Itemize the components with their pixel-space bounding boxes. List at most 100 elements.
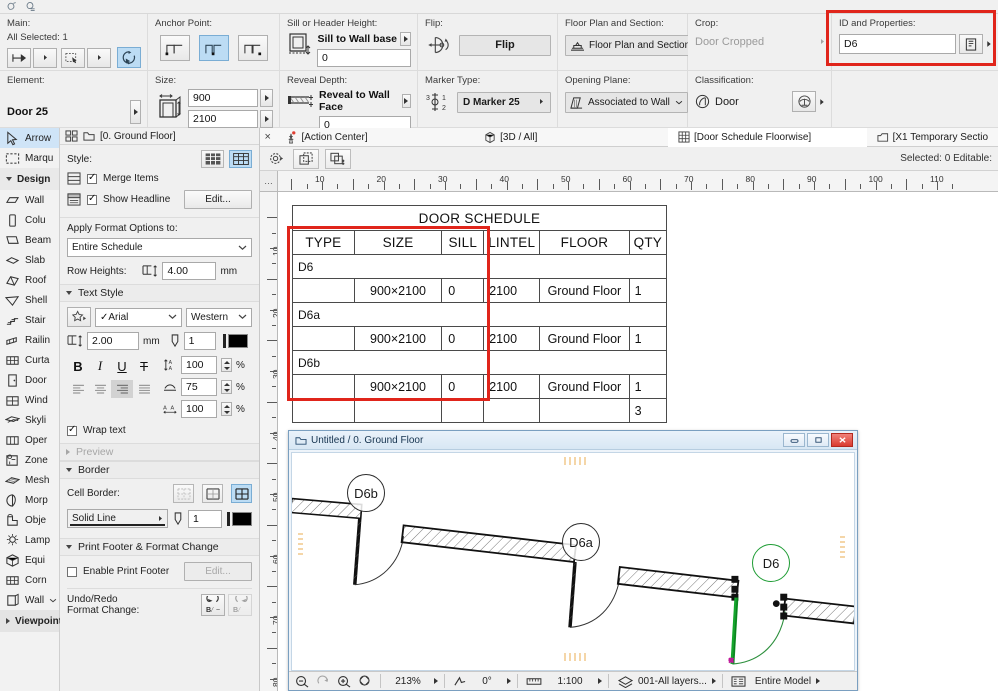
enable-print-footer-checkbox[interactable] [67, 567, 77, 577]
model-view-dropdown-icon[interactable] [816, 678, 820, 684]
sidebar-item-object[interactable]: Obje [0, 510, 59, 530]
schedule-settings-button[interactable] [265, 149, 287, 169]
align-left-button[interactable] [67, 380, 89, 398]
text-style-section-header[interactable]: Text Style [60, 284, 259, 302]
fit-in-window-button[interactable] [356, 673, 374, 689]
sill-value-field[interactable]: 0 [317, 49, 411, 67]
sidebar-item-arrow[interactable]: Arrow [0, 128, 59, 148]
classification-settings-button[interactable] [792, 91, 816, 112]
favorites-icon[interactable] [6, 1, 19, 12]
scale-dropdown-icon[interactable] [598, 678, 602, 684]
tab-door-schedule[interactable]: [Door Schedule Floorwise] [668, 128, 867, 147]
opening-plane-button[interactable]: Associated to Wall [565, 92, 688, 113]
apply-format-select[interactable]: Entire Schedule [67, 238, 252, 257]
pen-color-swatch[interactable] [228, 334, 248, 348]
vertical-ruler[interactable]: 1020304050607080 [260, 192, 278, 691]
sidebar-item-marquee[interactable]: Marqu [0, 148, 59, 168]
style-expanded-button[interactable] [229, 150, 252, 168]
anchor-center-button[interactable] [199, 35, 229, 61]
door-marker-d6b[interactable]: D6b [347, 474, 385, 512]
width-factor-field[interactable]: 75 [181, 378, 217, 396]
tab-action-center[interactable]: [Action Center] [275, 128, 474, 147]
size-width-dropdown[interactable] [260, 89, 273, 107]
show-headline-checkbox[interactable] [87, 195, 97, 205]
layers-icon-button[interactable] [615, 673, 635, 689]
sidebar-item-skylight[interactable]: Skyli [0, 410, 59, 430]
char-spacing-stepper[interactable] [221, 402, 232, 416]
width-factor-stepper[interactable] [221, 380, 232, 394]
table-row[interactable]: 900×2100 0 2100 Ground Floor 1 [293, 279, 667, 303]
pen-field[interactable]: 1 [184, 332, 216, 350]
size-height-dropdown[interactable] [260, 110, 273, 128]
floorplan-drawing-area[interactable]: D6b D6a D6 [291, 452, 855, 671]
model-view-icon-button[interactable] [729, 673, 749, 689]
id-props-dropdown-icon[interactable] [986, 40, 992, 48]
sidebar-item-stair[interactable]: Stair [0, 310, 59, 330]
char-spacing-field[interactable]: 100 [181, 400, 217, 418]
properties-button[interactable] [959, 34, 983, 54]
scale-icon-button[interactable] [524, 673, 544, 689]
font-script-select[interactable]: Western [186, 308, 252, 327]
zoom-dropdown-icon[interactable] [434, 678, 438, 684]
reveal-mode-label[interactable]: Reveal to Wall Face [319, 89, 399, 113]
table-row[interactable]: 900×2100 0 2100 Ground Floor 1 [293, 375, 667, 399]
sidebar-item-door[interactable]: Door [0, 370, 59, 390]
underline-button[interactable]: U [111, 356, 133, 376]
sidebar-item-beam[interactable]: Beam [0, 230, 59, 250]
table-row[interactable]: D6 [293, 255, 667, 279]
ruler-origin-button[interactable]: … [260, 171, 278, 192]
anchor-right-button[interactable] [238, 35, 268, 61]
sidebar-item-curtain-wall[interactable]: Curta [0, 350, 59, 370]
toolbox-group-viewpoint[interactable]: Viewpoint [0, 610, 59, 632]
sidebar-item-roof[interactable]: Roof [0, 270, 59, 290]
align-center-button[interactable] [89, 380, 111, 398]
border-color-swatch[interactable] [232, 512, 252, 526]
tab-3d-all[interactable]: [3D / All] [474, 128, 668, 147]
sill-mode-label[interactable]: Sill to Wall base [317, 33, 397, 45]
sidebar-item-corner-window[interactable]: Corn [0, 570, 59, 590]
font-size-field[interactable]: 2.00 [87, 332, 139, 350]
headline-edit-button[interactable]: Edit... [184, 190, 252, 209]
border-section-header[interactable]: Border [60, 461, 259, 479]
table-row[interactable]: D6a [293, 303, 667, 327]
scale-value[interactable]: 1:100 [547, 676, 593, 687]
door-marker-d6[interactable]: D6 [752, 544, 790, 582]
sidebar-item-mesh[interactable]: Mesh [0, 470, 59, 490]
table-row[interactable]: 900×2100 0 2100 Ground Floor 1 [293, 327, 667, 351]
favorites-apply-icon[interactable] [25, 1, 38, 12]
sidebar-item-zone[interactable]: Zone [0, 450, 59, 470]
sill-mode-dropdown[interactable] [400, 32, 411, 46]
layers-value[interactable]: 001-All layers... [638, 676, 707, 687]
table-row-total[interactable]: 3 [293, 399, 667, 423]
line-spacing-field[interactable]: 100 [181, 356, 217, 374]
grid-view-icon[interactable] [65, 130, 78, 142]
sidebar-item-column[interactable]: Colu [0, 210, 59, 230]
floorplan-window-titlebar[interactable]: Untitled / 0. Ground Floor [289, 431, 857, 450]
strikethrough-button[interactable]: Ŧ [133, 356, 155, 376]
cell-border-all-button[interactable] [231, 484, 252, 503]
zoom-out-button[interactable] [293, 673, 311, 689]
pointer-tool-button[interactable] [7, 48, 31, 68]
sidebar-item-wall[interactable]: Wall [0, 190, 59, 210]
door-marker-d6a[interactable]: D6a [562, 523, 600, 561]
cell-border-none-button[interactable] [173, 484, 194, 503]
sidebar-item-morph[interactable]: Morp [0, 490, 59, 510]
flip-button[interactable]: Flip [459, 35, 551, 56]
element-settings-button[interactable] [130, 100, 141, 124]
select-all-button[interactable] [293, 149, 319, 169]
sidebar-item-railing[interactable]: Railin [0, 330, 59, 350]
rotation-dropdown-icon[interactable] [507, 678, 511, 684]
zoom-in-button[interactable] [335, 673, 353, 689]
rotation-value[interactable]: 0° [472, 676, 502, 687]
sidebar-item-window[interactable]: Wind [0, 390, 59, 410]
border-pen-field[interactable]: 1 [188, 510, 222, 528]
font-family-select[interactable]: ✓Arial [95, 308, 182, 327]
maximize-button[interactable] [807, 433, 829, 447]
marquee-tool-button[interactable] [61, 48, 85, 68]
classification-dropdown-icon[interactable] [819, 98, 825, 106]
sidebar-item-equipment[interactable]: Equi [0, 550, 59, 570]
toolbox-group-design[interactable]: Design [0, 168, 59, 190]
table-row[interactable]: D6b [293, 351, 667, 375]
style-compact-button[interactable] [201, 150, 224, 168]
align-justify-button[interactable] [133, 380, 155, 398]
